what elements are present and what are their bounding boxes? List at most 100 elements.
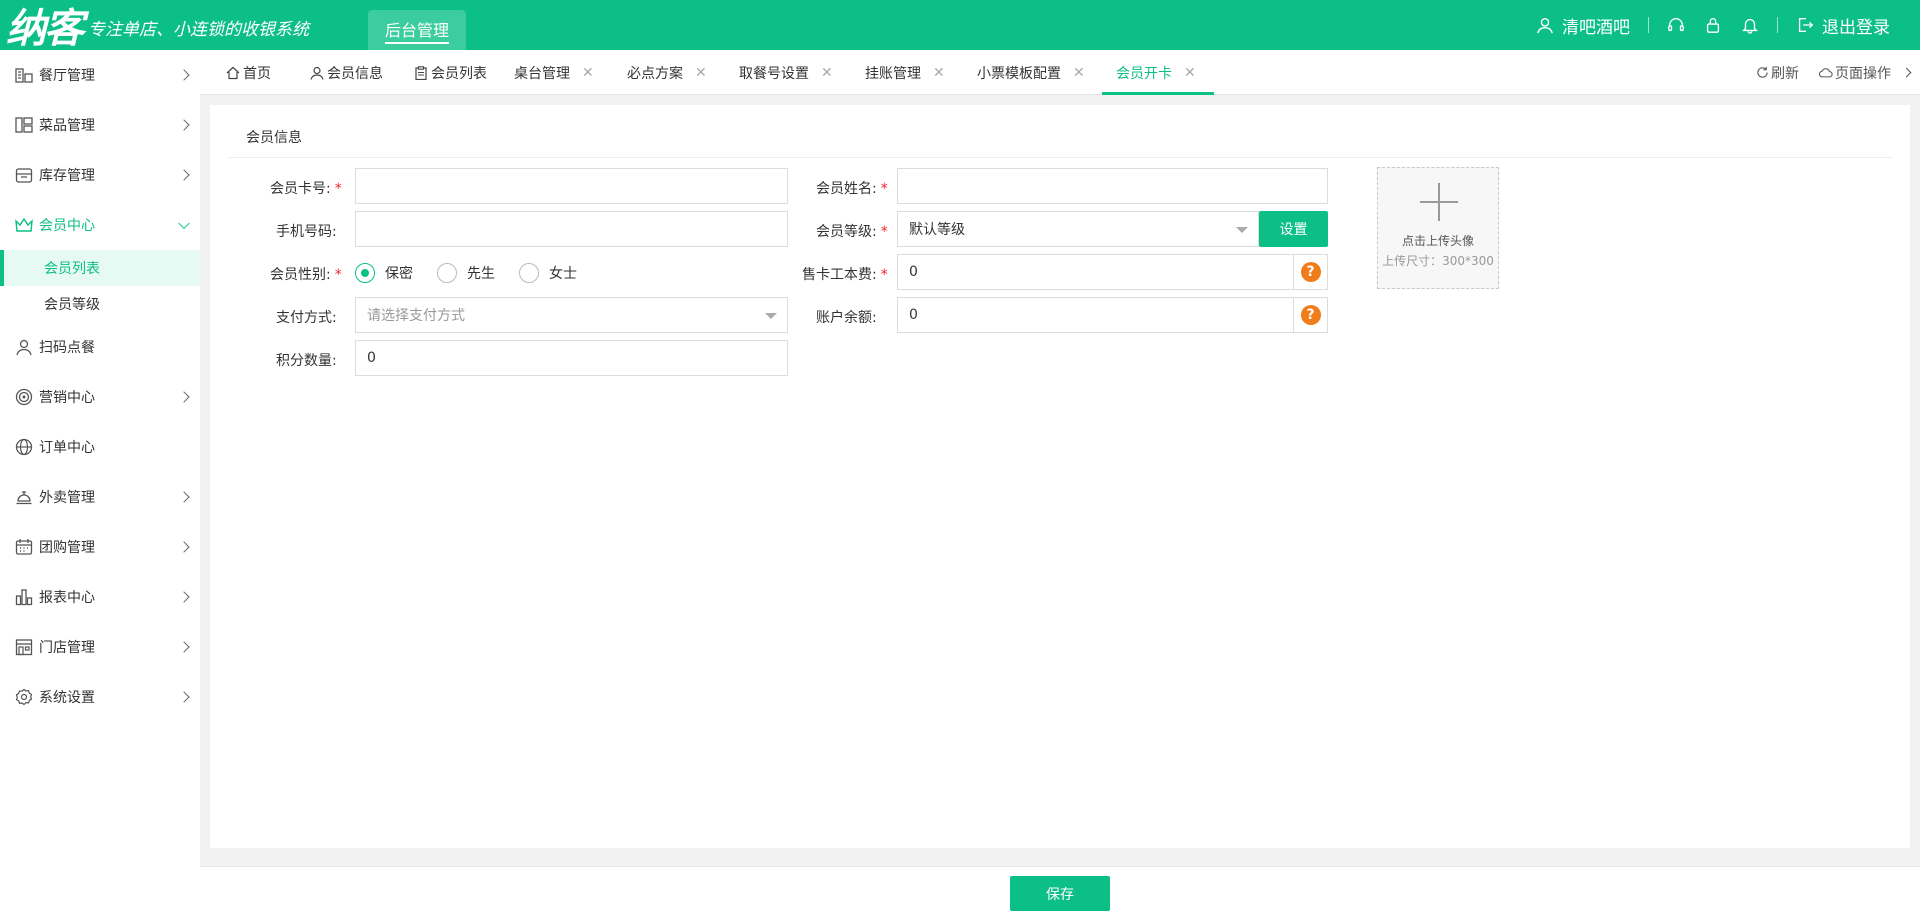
- tab-required-plan[interactable]: 必点方案 ✕: [627, 50, 707, 95]
- page-ops-button[interactable]: 页面操作: [1819, 63, 1912, 83]
- bar-chart-icon: [14, 587, 34, 607]
- gender-radio-secret[interactable]: 保密: [355, 263, 413, 283]
- sidebar-item-label: 团购管理: [39, 540, 95, 556]
- name-label-text: 会员姓名:: [816, 181, 877, 197]
- close-icon[interactable]: ✕: [821, 65, 833, 81]
- sidebar-item-label: 库存管理: [39, 168, 95, 184]
- tab-member-info[interactable]: 会员信息: [310, 50, 383, 95]
- fee-label-text: 售卡工本费:: [802, 267, 877, 283]
- page-ops-label: 页面操作: [1835, 65, 1891, 82]
- radio-circle: [519, 263, 539, 283]
- sidebar-item-dishes[interactable]: 菜品管理: [0, 100, 200, 150]
- admin-tab[interactable]: 后台管理: [368, 10, 466, 50]
- required-mark: *: [880, 181, 888, 197]
- admin-tab-label: 后台管理: [384, 17, 449, 44]
- tab-label: 会员列表: [431, 65, 487, 82]
- chevron-right-icon: [178, 691, 190, 703]
- points-input[interactable]: 0: [355, 340, 788, 376]
- tab-label: 首页: [243, 65, 271, 82]
- level-setting-button[interactable]: 设置: [1259, 211, 1328, 247]
- sidebar-item-scan-order[interactable]: 扫码点餐: [0, 322, 200, 372]
- radio-circle: [437, 263, 457, 283]
- close-icon[interactable]: ✕: [1073, 65, 1085, 81]
- sidebar-item-marketing[interactable]: 营销中心: [0, 372, 200, 422]
- logout-label: 退出登录: [1822, 17, 1890, 38]
- section-title: 会员信息: [246, 130, 302, 146]
- tab-member-open-card[interactable]: 会员开卡 ✕: [1116, 50, 1196, 95]
- tab-credit-manage[interactable]: 挂账管理 ✕: [865, 50, 945, 95]
- user-menu[interactable]: 清吧酒吧: [1536, 13, 1630, 38]
- fee-input[interactable]: 0: [897, 254, 1294, 290]
- avatar-upload[interactable]: 点击上传头像 上传尺寸：300*300: [1377, 167, 1499, 289]
- close-icon[interactable]: ✕: [1184, 65, 1196, 81]
- logout-icon: [1798, 18, 1814, 32]
- bell-icon[interactable]: [1741, 16, 1759, 34]
- sidebar-item-inventory[interactable]: 库存管理: [0, 150, 200, 200]
- close-icon[interactable]: ✕: [933, 65, 945, 81]
- pay-method-select[interactable]: 请选择支付方式: [355, 297, 788, 333]
- store-icon: [14, 637, 34, 657]
- user-icon: [310, 66, 324, 80]
- name-input[interactable]: [897, 168, 1328, 204]
- tab-pickup-number[interactable]: 取餐号设置 ✕: [739, 50, 833, 95]
- top-header: 纳客 专注单店、小连锁的收银系统 后台管理 清吧酒吧 退出登录: [0, 0, 1920, 52]
- sidebar-item-stores[interactable]: 门店管理: [0, 622, 200, 672]
- phone-label: 手机号码:: [276, 224, 337, 240]
- chevron-right-icon: [178, 119, 190, 131]
- close-icon[interactable]: ✕: [582, 65, 594, 81]
- fee-help[interactable]: ?: [1294, 254, 1328, 290]
- refresh-icon: [1757, 66, 1768, 78]
- user-icon: [1537, 18, 1553, 34]
- level-select-value: 默认等级: [909, 222, 965, 238]
- footer-bar: 保存: [200, 866, 1920, 919]
- chevron-right-icon: [178, 591, 190, 603]
- tab-actions: 刷新 页面操作: [1756, 50, 1912, 95]
- sidebar-subitem-member-list[interactable]: 会员列表: [0, 250, 200, 286]
- tab-home[interactable]: 首页: [226, 50, 271, 95]
- sidebar-item-restaurant[interactable]: 餐厅管理: [0, 50, 200, 100]
- gender-radio-male[interactable]: 先生: [437, 263, 495, 283]
- required-mark: *: [880, 224, 888, 240]
- tab-label: 会员信息: [327, 65, 383, 82]
- user-name: 清吧酒吧: [1562, 17, 1630, 38]
- tab-member-list[interactable]: 会员列表: [414, 50, 487, 95]
- sidebar-subitem-member-level[interactable]: 会员等级: [0, 286, 200, 322]
- divider: [1648, 17, 1649, 33]
- logout-button[interactable]: 退出登录: [1796, 13, 1890, 38]
- balance-input[interactable]: 0: [897, 297, 1294, 333]
- sidebar-item-group-buy[interactable]: 团购管理: [0, 522, 200, 572]
- logo: 纳客 专注单店、小连锁的收银系统: [6, 4, 309, 52]
- sidebar-item-member-center[interactable]: 会员中心: [0, 200, 200, 250]
- target-icon: [14, 387, 34, 407]
- sidebar-item-settings[interactable]: 系统设置: [0, 672, 200, 722]
- phone-input[interactable]: [355, 211, 788, 247]
- upload-size-hint: 上传尺寸：300*300: [1382, 254, 1494, 268]
- tab-label: 会员开卡: [1116, 65, 1172, 82]
- sidebar-item-takeout[interactable]: 外卖管理: [0, 472, 200, 522]
- sidebar-item-label: 菜品管理: [39, 118, 95, 134]
- headset-icon[interactable]: [1667, 16, 1685, 34]
- refresh-button[interactable]: 刷新: [1756, 63, 1799, 83]
- close-icon[interactable]: ✕: [695, 65, 707, 81]
- divider: [228, 157, 1893, 158]
- level-select[interactable]: 默认等级: [897, 211, 1259, 247]
- lock-icon[interactable]: [1704, 16, 1722, 34]
- tab-receipt-template[interactable]: 小票模板配置 ✕: [977, 50, 1085, 95]
- save-button[interactable]: 保存: [1010, 876, 1110, 911]
- upload-label: 点击上传头像: [1401, 234, 1474, 248]
- chevron-right-icon: [178, 391, 190, 403]
- chevron-right-icon: [178, 641, 190, 653]
- radio-label: 先生: [467, 266, 495, 282]
- restaurant-icon: [14, 65, 34, 85]
- required-mark: *: [880, 267, 888, 283]
- sidebar-item-reports[interactable]: 报表中心: [0, 572, 200, 622]
- balance-help[interactable]: ?: [1294, 297, 1328, 333]
- radio-circle: [355, 263, 375, 283]
- sidebar-item-orders[interactable]: 订单中心: [0, 422, 200, 472]
- tab-table-manage[interactable]: 桌台管理 ✕: [514, 50, 594, 95]
- card-no-input[interactable]: [355, 168, 788, 204]
- sidebar-item-label: 系统设置: [39, 690, 95, 706]
- gender-radio-female[interactable]: 女士: [519, 263, 577, 283]
- user-icon: [14, 337, 34, 357]
- pay-label: 支付方式:: [276, 310, 337, 326]
